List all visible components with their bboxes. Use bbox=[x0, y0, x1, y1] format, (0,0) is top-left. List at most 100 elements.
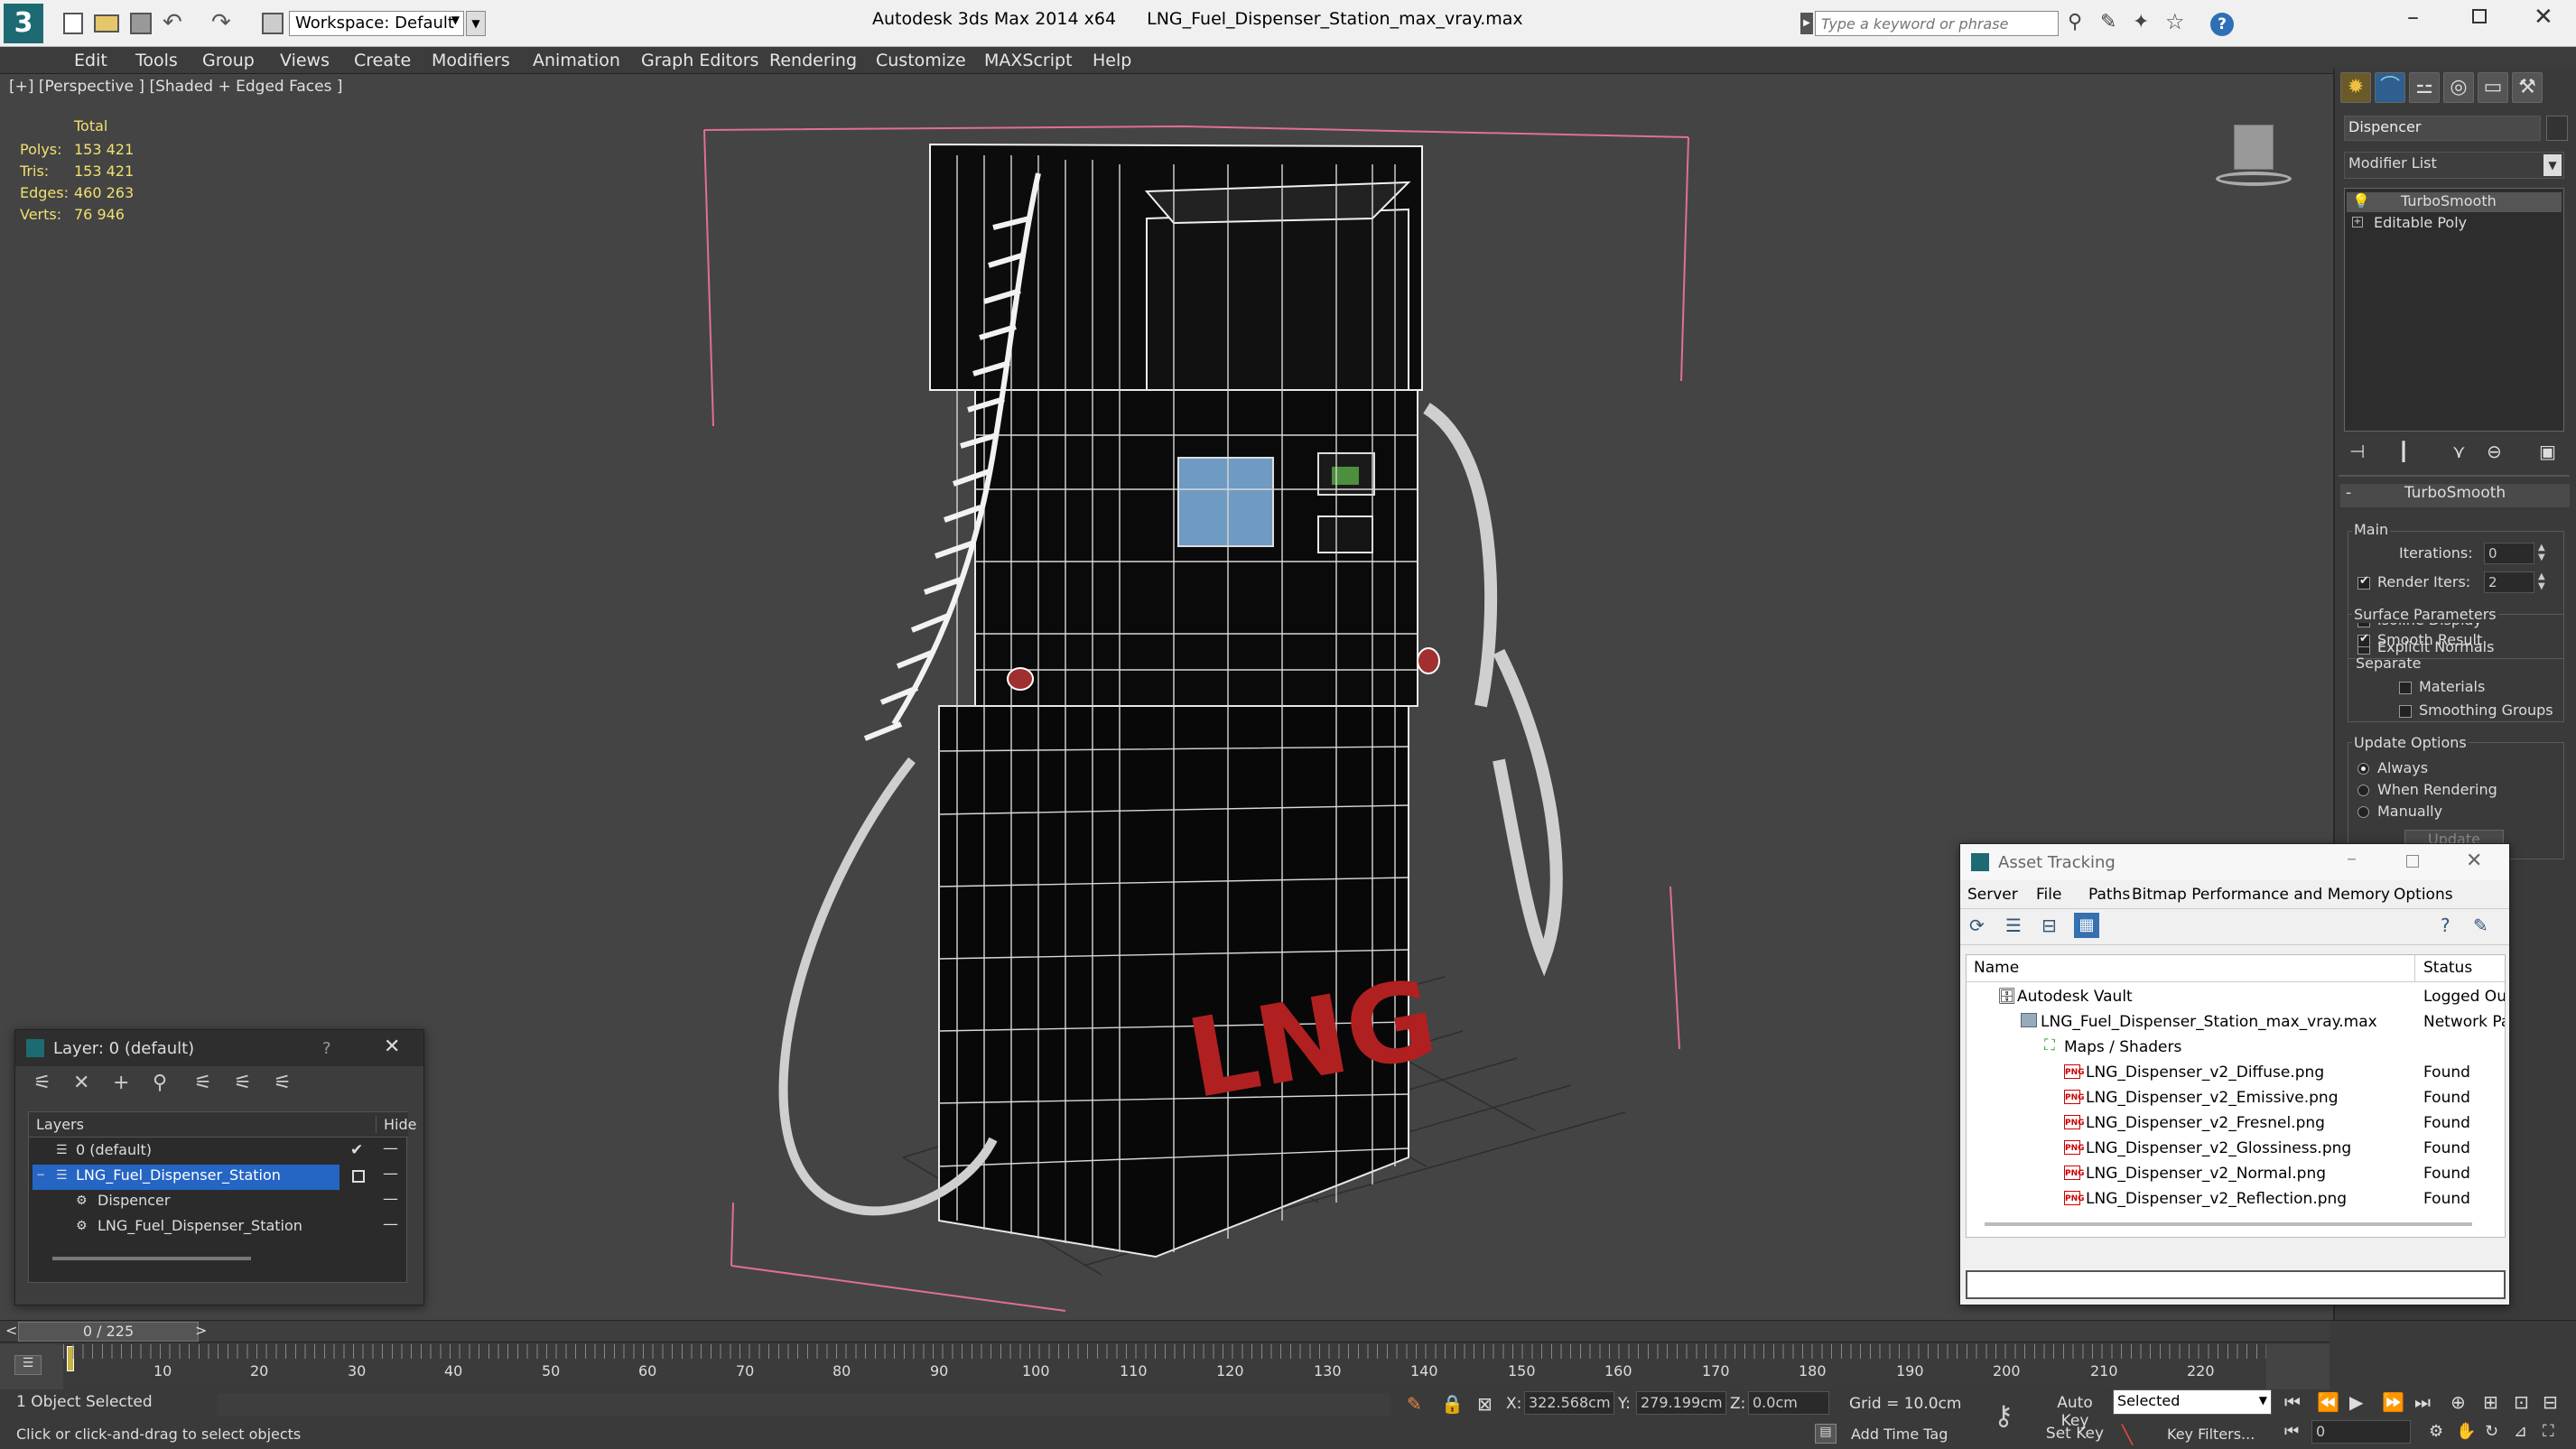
object-color-swatch[interactable] bbox=[2546, 116, 2568, 141]
close-button[interactable]: ✕ bbox=[2534, 4, 2553, 31]
minimize-button[interactable]: – bbox=[2407, 4, 2419, 31]
play-icon[interactable]: ▶ bbox=[2349, 1391, 2363, 1413]
select-in-layer-icon[interactable]: ⚲ bbox=[153, 1072, 167, 1094]
app-logo-icon[interactable]: 3 bbox=[4, 4, 43, 43]
workspace-arrow-button[interactable]: ▼ bbox=[466, 11, 486, 36]
time-tag-icon[interactable]: ▤ bbox=[1815, 1424, 1837, 1444]
show-end-result-icon[interactable]: ┃ bbox=[2398, 441, 2409, 462]
asset-row-vault[interactable]: 🗄 Autodesk Vault Logged Ou bbox=[1967, 984, 2506, 1009]
x-coordinate-field[interactable]: 322.568cm bbox=[1524, 1391, 1614, 1415]
pan-icon[interactable]: ✋ bbox=[2456, 1422, 2476, 1441]
selection-set-dropdown[interactable]: Selected ▼ bbox=[2113, 1389, 2272, 1415]
prev-frame-button[interactable]: < bbox=[5, 1322, 17, 1339]
hide-toggle[interactable]: — bbox=[383, 1215, 398, 1233]
motion-tab-icon[interactable]: ◎ bbox=[2443, 72, 2474, 103]
zoom-extents-all-icon[interactable]: ⊟ bbox=[2543, 1391, 2558, 1413]
horizontal-scrollbar[interactable] bbox=[1985, 1222, 2472, 1226]
save-file-icon[interactable] bbox=[130, 13, 152, 34]
subscription-icon[interactable]: ✎ bbox=[2100, 11, 2116, 33]
key-icon[interactable]: ⚷ bbox=[1994, 1400, 2013, 1432]
help-icon[interactable]: ? bbox=[2210, 13, 2234, 36]
pin-icon[interactable]: ✎ bbox=[2473, 915, 2488, 936]
absolute-mode-icon[interactable]: ⊠ bbox=[1477, 1393, 1493, 1415]
asset-row-maps[interactable]: ⛶ Maps / Shaders bbox=[1967, 1035, 2506, 1060]
workspace-dropdown[interactable]: Workspace: Default ▼ bbox=[289, 11, 464, 36]
configure-sets-icon[interactable]: ▣ bbox=[2539, 441, 2556, 462]
add-time-tag[interactable]: Add Time Tag bbox=[1851, 1426, 1948, 1443]
asset-row-glossiness[interactable]: PNG LNG_Dispenser_v2_Glossiness.png Foun… bbox=[1967, 1136, 2506, 1161]
minimize-button[interactable]: – bbox=[2347, 848, 2357, 870]
detail-view-icon[interactable]: ⊟ bbox=[2041, 915, 2057, 936]
menu-graph-editors[interactable]: Graph Editors bbox=[641, 51, 758, 70]
asset-row-max-file[interactable]: LNG_Fuel_Dispenser_Station_max_vray.max … bbox=[1967, 1009, 2506, 1035]
smooth-result-checkbox[interactable] bbox=[2357, 632, 2370, 647]
freeze-all-icon[interactable]: ⚟ bbox=[274, 1072, 292, 1094]
add-to-layer-icon[interactable]: + bbox=[113, 1072, 129, 1094]
asset-row-emissive[interactable]: PNG LNG_Dispenser_v2_Emissive.png Found bbox=[1967, 1085, 2506, 1110]
time-slider[interactable]: < 0 / 225 > bbox=[0, 1321, 2330, 1342]
asset-table-header[interactable]: Name Status bbox=[1967, 955, 2505, 982]
expand-icon[interactable]: + bbox=[2352, 217, 2363, 228]
time-slider-thumb[interactable]: 0 / 225 bbox=[18, 1322, 199, 1342]
hide-all-icon[interactable]: ⚟ bbox=[234, 1072, 252, 1094]
close-icon[interactable]: ✕ bbox=[2466, 850, 2482, 872]
new-file-icon[interactable] bbox=[63, 13, 83, 34]
menu-tools[interactable]: Tools bbox=[135, 51, 178, 70]
binoculars-icon[interactable]: ⚲ bbox=[2068, 11, 2082, 33]
when-rendering-radio[interactable] bbox=[2357, 785, 2369, 796]
menu-paths[interactable]: Paths bbox=[2088, 886, 2130, 904]
fov-icon[interactable]: ⊿ bbox=[2514, 1422, 2527, 1441]
create-tab-icon[interactable]: ✹ bbox=[2340, 72, 2371, 103]
hide-toggle[interactable]: — bbox=[383, 1165, 398, 1183]
maximize-button[interactable] bbox=[2406, 855, 2419, 868]
object-name-field[interactable]: Dispencer bbox=[2344, 116, 2541, 141]
name-column-header[interactable]: Name bbox=[1974, 959, 2019, 977]
menu-options[interactable]: Options bbox=[2394, 886, 2453, 904]
layer-row-default[interactable]: ☰ 0 (default) ✔ — bbox=[29, 1139, 408, 1165]
render-iters-checkbox[interactable] bbox=[2357, 574, 2370, 590]
set-key-button[interactable]: Set Key bbox=[2042, 1422, 2107, 1447]
modify-tab-icon[interactable]: ⌒ bbox=[2375, 72, 2405, 103]
lightbulb-icon[interactable]: 💡 bbox=[2352, 192, 2370, 209]
stack-item-editable-poly[interactable]: + Editable Poly bbox=[2347, 214, 2562, 234]
menu-help[interactable]: Help bbox=[1093, 51, 1131, 70]
maximize-button[interactable] bbox=[2472, 9, 2487, 23]
active-layer-box-icon[interactable] bbox=[352, 1170, 365, 1183]
menu-edit[interactable]: Edit bbox=[74, 51, 107, 70]
undo-icon[interactable]: ↶ bbox=[163, 9, 182, 36]
zoom-all-icon[interactable]: ⊞ bbox=[2483, 1391, 2498, 1413]
smoothing-groups-checkbox[interactable] bbox=[2399, 705, 2412, 718]
prev-key-icon[interactable]: ⏪ bbox=[2317, 1391, 2339, 1413]
menu-customize[interactable]: Customize bbox=[876, 51, 966, 70]
key-filters-button[interactable]: Key Filters... bbox=[2167, 1426, 2255, 1443]
open-file-icon[interactable] bbox=[94, 14, 119, 33]
horizontal-scrollbar[interactable] bbox=[52, 1257, 251, 1260]
zoom-icon[interactable]: ⊕ bbox=[2450, 1391, 2466, 1413]
orbit-icon[interactable]: ↻ bbox=[2485, 1422, 2498, 1441]
next-frame-button[interactable]: > bbox=[195, 1322, 207, 1339]
display-tab-icon[interactable]: ▭ bbox=[2478, 72, 2508, 103]
render-iters-spinner[interactable]: 2 bbox=[2484, 571, 2534, 593]
menu-rendering[interactable]: Rendering bbox=[769, 51, 857, 70]
project-icon[interactable] bbox=[262, 13, 284, 34]
menu-animation[interactable]: Animation bbox=[533, 51, 620, 70]
layer-row-lng-object[interactable]: ⚙ LNG_Fuel_Dispenser_Station — bbox=[29, 1215, 408, 1240]
maximize-viewport-icon[interactable]: ⛶ bbox=[2543, 1422, 2554, 1441]
hide-toggle[interactable]: — bbox=[383, 1190, 398, 1208]
utilities-tab-icon[interactable]: ⚒ bbox=[2512, 72, 2543, 103]
asset-row-diffuse[interactable]: PNG LNG_Dispenser_v2_Diffuse.png Found bbox=[1967, 1060, 2506, 1085]
table-view-icon[interactable]: ▦ bbox=[2074, 913, 2099, 938]
search-arrow-icon[interactable]: ▶ bbox=[1800, 13, 1813, 34]
z-coordinate-field[interactable]: 0.0cm bbox=[1748, 1391, 1829, 1415]
make-unique-icon[interactable]: ⋎ bbox=[2452, 441, 2466, 462]
menu-file[interactable]: File bbox=[2036, 886, 2061, 904]
spinner-arrows-icon[interactable]: ▲ ▼ bbox=[2538, 543, 2545, 562]
stack-item-turbosmooth[interactable]: 💡 TurboSmooth bbox=[2347, 192, 2562, 212]
current-frame-field[interactable]: 0 bbox=[2311, 1420, 2411, 1444]
search-input[interactable] bbox=[1815, 11, 2059, 36]
status-column-header[interactable]: Status bbox=[2423, 959, 2472, 977]
hide-column-header[interactable]: Hide bbox=[376, 1116, 416, 1133]
asset-row-fresnel[interactable]: PNG LNG_Dispenser_v2_Fresnel.png Found bbox=[1967, 1110, 2506, 1136]
close-icon[interactable]: ✕ bbox=[384, 1036, 400, 1058]
active-layer-check-icon[interactable]: ✔ bbox=[350, 1141, 363, 1159]
